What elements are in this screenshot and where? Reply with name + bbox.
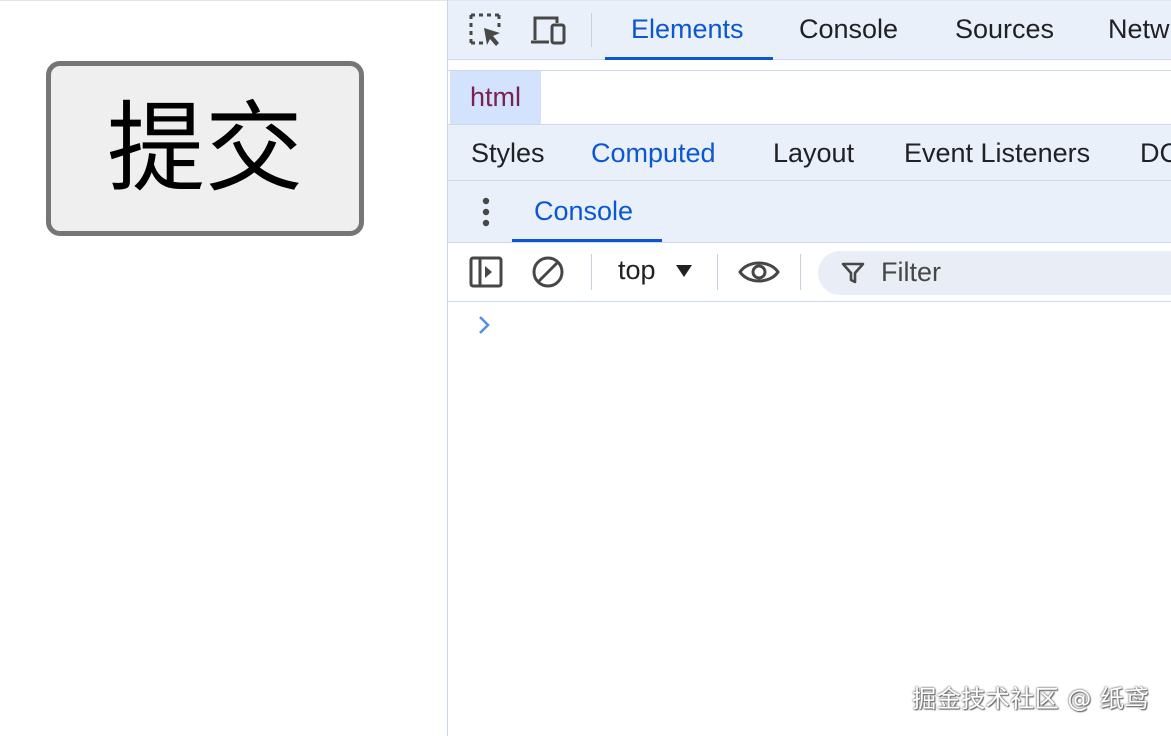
- tab-console[interactable]: Console: [799, 14, 898, 45]
- toolbar-divider: [717, 254, 718, 290]
- filter-placeholder: Filter: [881, 257, 941, 287]
- tab-elements[interactable]: Elements: [631, 14, 744, 45]
- tab-dom-breakpoints[interactable]: DC: [1140, 138, 1171, 169]
- inspect-element-icon[interactable]: [466, 11, 506, 49]
- submit-button[interactable]: 提交: [46, 61, 364, 236]
- breadcrumb-item-html[interactable]: html: [450, 71, 541, 124]
- filter-input[interactable]: Filter: [818, 251, 1171, 295]
- drawer-tab-bar: Console: [448, 181, 1171, 243]
- toolbar-divider: [591, 254, 592, 290]
- drawer-tab-console[interactable]: Console: [534, 196, 633, 227]
- chevron-down-icon: [676, 265, 692, 277]
- clear-console-icon[interactable]: [530, 254, 566, 290]
- devtools-main-toolbar: Elements Console Sources Netw: [448, 0, 1171, 60]
- toolbar-divider: [591, 13, 592, 47]
- context-selector[interactable]: top: [618, 255, 656, 286]
- tab-network[interactable]: Netw: [1108, 14, 1170, 45]
- tab-layout[interactable]: Layout: [773, 138, 854, 169]
- sidebar-tab-bar: Styles Computed Layout Event Listeners D…: [448, 125, 1171, 181]
- active-tab-indicator: [605, 57, 773, 60]
- tab-event-listeners[interactable]: Event Listeners: [904, 138, 1090, 169]
- watermark: 掘金技术社区 @ 纸鸢: [912, 685, 1149, 713]
- breadcrumb: html: [448, 70, 1171, 125]
- device-toolbar-icon[interactable]: [528, 11, 570, 49]
- show-sidebar-icon[interactable]: [468, 254, 504, 290]
- tab-sources[interactable]: Sources: [955, 14, 1054, 45]
- tab-styles[interactable]: Styles: [471, 138, 545, 169]
- console-prompt-chevron-icon[interactable]: [474, 312, 494, 338]
- eye-icon[interactable]: [736, 254, 782, 290]
- tab-computed[interactable]: Computed: [591, 138, 716, 169]
- devtools-panel: Elements Console Sources Netw html Style…: [447, 0, 1171, 736]
- inspected-page: 提交: [0, 0, 447, 736]
- toolbar-divider: [800, 254, 801, 290]
- filter-icon: [840, 260, 866, 286]
- more-options-icon[interactable]: [476, 195, 496, 229]
- console-toolbar: top Filter: [448, 243, 1171, 302]
- drawer-active-tab-indicator: [512, 239, 662, 242]
